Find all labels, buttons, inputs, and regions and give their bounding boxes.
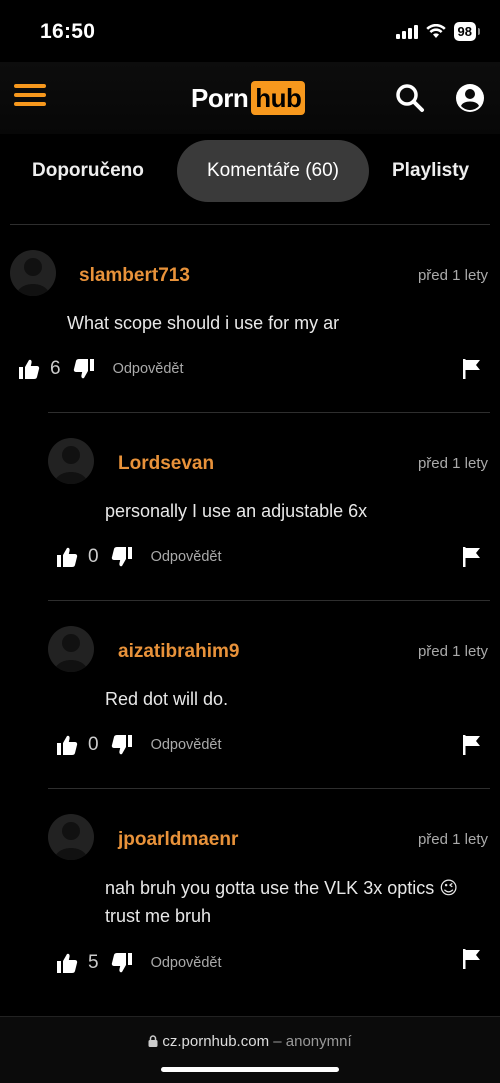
- like-count: 0: [88, 546, 99, 567]
- reply-button[interactable]: Odpovědět: [113, 361, 184, 377]
- tabs-divider: [10, 224, 490, 225]
- status-icons: 98: [395, 22, 481, 41]
- comment-actions: 5 Odpovědět: [56, 952, 222, 974]
- avatar[interactable]: [10, 250, 56, 296]
- reply-comment-item: aizatibrahim9 před 1 lety Red dot will d…: [0, 626, 500, 776]
- flag-icon[interactable]: [462, 358, 482, 380]
- comment-actions: 0 Odpovědět: [56, 546, 222, 568]
- flag-icon[interactable]: [462, 734, 482, 756]
- comment-username[interactable]: aizatibrahim9: [118, 641, 239, 663]
- logo-text-part1: Porn: [191, 82, 249, 113]
- comment-divider: [48, 412, 490, 413]
- comment-username[interactable]: Lordsevan: [118, 453, 214, 475]
- hamburger-menu-icon[interactable]: [14, 84, 46, 110]
- reply-button[interactable]: Odpovědět: [151, 737, 222, 753]
- url-domain: cz.pornhub.com: [162, 1033, 270, 1050]
- reply-comment-item: Lordsevan před 1 lety personally I use a…: [0, 438, 500, 588]
- flag-icon[interactable]: [462, 948, 482, 970]
- battery-icon: 98: [453, 22, 481, 41]
- comment-actions: 6 Odpovědět: [18, 358, 184, 380]
- site-logo[interactable]: Porn hub: [191, 81, 306, 115]
- avatar[interactable]: [48, 814, 94, 860]
- avatar[interactable]: [48, 438, 94, 484]
- reply-comment-item: jpoarldmaenr před 1 lety nah bruh you go…: [0, 814, 500, 994]
- flag-icon[interactable]: [462, 546, 482, 568]
- video-tabs: Doporučeno Komentáře (60) Playlisty: [0, 140, 500, 204]
- like-count: 6: [50, 358, 61, 379]
- private-mode-label: – anonymní: [273, 1033, 352, 1050]
- avatar[interactable]: [48, 626, 94, 672]
- search-icon[interactable]: [394, 82, 426, 114]
- thumbs-up-icon[interactable]: [56, 952, 78, 974]
- address-bar[interactable]: cz.pornhub.com – anonymní: [0, 1033, 500, 1050]
- comment-actions: 0 Odpovědět: [56, 734, 222, 756]
- thumbs-down-icon[interactable]: [111, 734, 133, 756]
- like-count: 0: [88, 734, 99, 755]
- thumbs-down-icon[interactable]: [111, 546, 133, 568]
- tab-recommended[interactable]: Doporučeno: [32, 140, 144, 202]
- thumbs-up-icon[interactable]: [18, 358, 40, 380]
- wifi-icon: [425, 24, 446, 38]
- thumbs-up-icon[interactable]: [56, 734, 78, 756]
- comment-item: slambert713 před 1 lety What scope shoul…: [0, 250, 500, 400]
- status-time: 16:50: [40, 20, 96, 43]
- home-indicator[interactable]: [161, 1067, 339, 1072]
- tab-comments[interactable]: Komentáře (60): [177, 140, 369, 202]
- thumbs-down-icon[interactable]: [111, 952, 133, 974]
- browser-bottom-bar: cz.pornhub.com – anonymní: [0, 1016, 500, 1083]
- account-icon[interactable]: [454, 82, 486, 114]
- comment-time: před 1 lety: [417, 643, 488, 660]
- status-bar: 16:50 98: [0, 0, 500, 62]
- comment-text: personally I use an adjustable 6x: [105, 501, 368, 521]
- reply-button[interactable]: Odpovědět: [151, 955, 222, 971]
- comment-username[interactable]: slambert713: [79, 265, 190, 287]
- site-header: Porn hub: [0, 62, 500, 134]
- tab-playlists[interactable]: Playlisty: [392, 140, 469, 202]
- thumbs-up-icon[interactable]: [56, 546, 78, 568]
- comment-text: Red dot will do.: [105, 689, 229, 709]
- logo-text-part2: hub: [251, 81, 306, 115]
- comment-divider: [48, 600, 490, 601]
- comment-username[interactable]: jpoarldmaenr: [118, 829, 238, 851]
- comment-time: před 1 lety: [417, 267, 488, 284]
- reply-button[interactable]: Odpovědět: [151, 549, 222, 565]
- comment-divider: [48, 788, 490, 789]
- comment-text: nah bruh you gotta use the VLK 3x optics…: [105, 878, 458, 926]
- lock-icon: [148, 1035, 158, 1047]
- like-count: 5: [88, 952, 99, 973]
- signal-icon: [395, 24, 418, 39]
- thumbs-down-icon[interactable]: [73, 358, 95, 380]
- comment-time: před 1 lety: [417, 455, 488, 472]
- comment-text: What scope should i use for my ar: [67, 313, 340, 333]
- comment-time: před 1 lety: [417, 831, 488, 848]
